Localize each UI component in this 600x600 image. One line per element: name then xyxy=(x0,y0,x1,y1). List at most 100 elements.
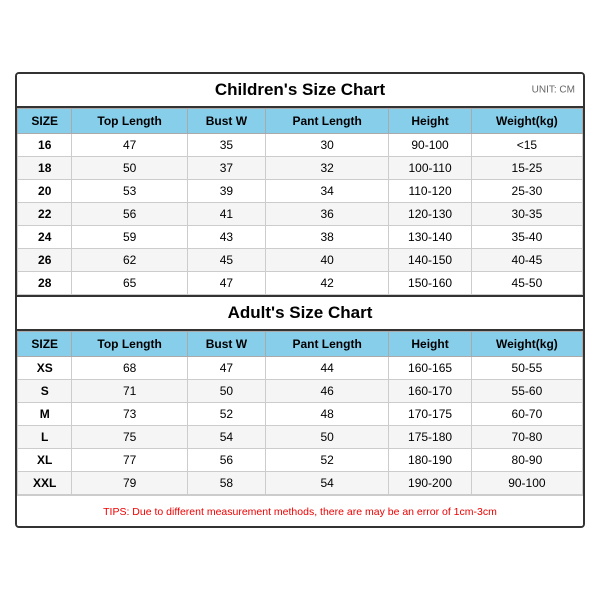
table-cell: 50 xyxy=(187,380,265,403)
table-cell: 50-55 xyxy=(471,357,582,380)
table-cell: 50 xyxy=(72,157,187,180)
table-cell: 25-30 xyxy=(471,180,582,203)
table-cell: 62 xyxy=(72,249,187,272)
table-cell: 38 xyxy=(265,226,388,249)
table-cell: 140-150 xyxy=(389,249,472,272)
table-cell: 54 xyxy=(187,426,265,449)
children-header-row: SIZE Top Length Bust W Pant Length Heigh… xyxy=(18,109,583,134)
adult-section: Adult's Size Chart SIZE Top Length Bust … xyxy=(17,295,583,495)
table-cell: 170-175 xyxy=(389,403,472,426)
table-cell: 32 xyxy=(265,157,388,180)
adult-size-table: SIZE Top Length Bust W Pant Length Heigh… xyxy=(17,331,583,495)
table-cell: XS xyxy=(18,357,72,380)
col-header-top-length: Top Length xyxy=(72,109,187,134)
table-row: S715046160-17055-60 xyxy=(18,380,583,403)
table-cell: 48 xyxy=(265,403,388,426)
table-cell: 65 xyxy=(72,272,187,295)
table-cell: 59 xyxy=(72,226,187,249)
table-cell: 52 xyxy=(265,449,388,472)
tips-row: TIPS: Due to different measurement metho… xyxy=(17,495,583,526)
table-cell: 15-25 xyxy=(471,157,582,180)
table-cell: 56 xyxy=(72,203,187,226)
table-cell: 120-130 xyxy=(389,203,472,226)
table-cell: 175-180 xyxy=(389,426,472,449)
table-row: M735248170-17560-70 xyxy=(18,403,583,426)
children-size-table: SIZE Top Length Bust W Pant Length Heigh… xyxy=(17,108,583,295)
table-cell: 150-160 xyxy=(389,272,472,295)
table-row: 26624540140-15040-45 xyxy=(18,249,583,272)
table-cell: 26 xyxy=(18,249,72,272)
table-cell: 16 xyxy=(18,134,72,157)
table-cell: 36 xyxy=(265,203,388,226)
table-cell: 44 xyxy=(265,357,388,380)
table-row: 18503732100-11015-25 xyxy=(18,157,583,180)
table-cell: 45-50 xyxy=(471,272,582,295)
table-cell: 24 xyxy=(18,226,72,249)
table-cell: M xyxy=(18,403,72,426)
table-cell: 40 xyxy=(265,249,388,272)
col-header-size: SIZE xyxy=(18,109,72,134)
table-cell: 46 xyxy=(265,380,388,403)
size-chart-container: Children's Size Chart UNIT: CM SIZE Top … xyxy=(15,72,585,528)
table-cell: 35-40 xyxy=(471,226,582,249)
table-cell: 79 xyxy=(72,472,187,495)
table-cell: 47 xyxy=(72,134,187,157)
table-cell: 80-90 xyxy=(471,449,582,472)
table-cell: 55-60 xyxy=(471,380,582,403)
table-cell: 54 xyxy=(265,472,388,495)
table-cell: 43 xyxy=(187,226,265,249)
table-cell: 37 xyxy=(187,157,265,180)
children-title-row: Children's Size Chart UNIT: CM xyxy=(17,74,583,108)
table-cell: 42 xyxy=(265,272,388,295)
table-cell: 20 xyxy=(18,180,72,203)
table-cell: 190-200 xyxy=(389,472,472,495)
table-row: 20533934110-12025-30 xyxy=(18,180,583,203)
table-cell: 70-80 xyxy=(471,426,582,449)
table-row: 22564136120-13030-35 xyxy=(18,203,583,226)
table-cell: 30 xyxy=(265,134,388,157)
col-header-weight: Weight(kg) xyxy=(471,109,582,134)
table-row: XS684744160-16550-55 xyxy=(18,357,583,380)
table-cell: 90-100 xyxy=(389,134,472,157)
table-cell: 160-165 xyxy=(389,357,472,380)
col-header-height: Height xyxy=(389,109,472,134)
table-cell: XXL xyxy=(18,472,72,495)
table-cell: 53 xyxy=(72,180,187,203)
col-header-pant-length: Pant Length xyxy=(265,109,388,134)
adult-col-header-size: SIZE xyxy=(18,332,72,357)
table-cell: 60-70 xyxy=(471,403,582,426)
table-cell: 28 xyxy=(18,272,72,295)
table-cell: 41 xyxy=(187,203,265,226)
table-cell: 47 xyxy=(187,272,265,295)
adult-header-row: SIZE Top Length Bust W Pant Length Heigh… xyxy=(18,332,583,357)
table-cell: XL xyxy=(18,449,72,472)
table-cell: 68 xyxy=(72,357,187,380)
table-cell: 52 xyxy=(187,403,265,426)
table-cell: 160-170 xyxy=(389,380,472,403)
adult-col-header-height: Height xyxy=(389,332,472,357)
table-cell: 110-120 xyxy=(389,180,472,203)
table-cell: 130-140 xyxy=(389,226,472,249)
adult-col-header-bust-w: Bust W xyxy=(187,332,265,357)
adult-col-header-pant-length: Pant Length xyxy=(265,332,388,357)
table-cell: 71 xyxy=(72,380,187,403)
col-header-bust-w: Bust W xyxy=(187,109,265,134)
adult-section-title: Adult's Size Chart xyxy=(228,303,373,322)
table-cell: 90-100 xyxy=(471,472,582,495)
table-cell: 77 xyxy=(72,449,187,472)
table-cell: 34 xyxy=(265,180,388,203)
table-cell: 100-110 xyxy=(389,157,472,180)
table-cell: 75 xyxy=(72,426,187,449)
table-row: XXL795854190-20090-100 xyxy=(18,472,583,495)
table-cell: 35 xyxy=(187,134,265,157)
table-cell: 58 xyxy=(187,472,265,495)
table-cell: <15 xyxy=(471,134,582,157)
table-row: 28654742150-16045-50 xyxy=(18,272,583,295)
table-cell: 39 xyxy=(187,180,265,203)
table-cell: 18 xyxy=(18,157,72,180)
tips-text: TIPS: Due to different measurement metho… xyxy=(103,506,497,518)
adult-col-header-top-length: Top Length xyxy=(72,332,187,357)
table-cell: 30-35 xyxy=(471,203,582,226)
table-row: L755450175-18070-80 xyxy=(18,426,583,449)
children-section-title: Children's Size Chart xyxy=(215,80,385,99)
